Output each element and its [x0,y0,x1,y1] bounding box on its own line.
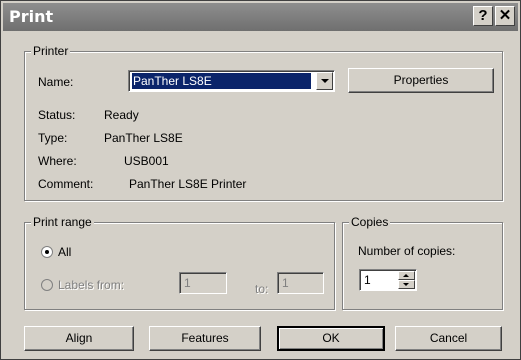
printer-name-label: Name: [38,75,74,89]
copies-legend: Copies [349,215,391,229]
copies-spinner[interactable] [398,271,415,289]
printer-name-combobox[interactable]: PanTher LS8E [128,70,335,92]
copies-group: Copies [342,215,503,310]
spin-down-icon[interactable] [398,280,415,289]
status-label: Status: [38,108,76,122]
type-label: Type: [38,131,68,145]
where-label: Where: [38,154,77,168]
print-range-legend: Print range [31,215,94,229]
comment-value: PanTher LS8E Printer [129,177,247,191]
labels-to-input[interactable]: 1 [277,272,324,294]
number-of-copies-label: Number of copies: [358,244,456,258]
all-radio[interactable] [41,246,53,258]
labels-from-input[interactable]: 1 [179,272,227,294]
ok-button[interactable]: OK [277,326,385,351]
to-label: to: [255,282,269,296]
cancel-button[interactable]: Cancel [395,326,502,351]
status-value: Ready [104,108,139,122]
chevron-down-icon[interactable] [316,72,333,90]
copies-input[interactable]: 1 [359,269,417,291]
labels-from-radio[interactable] [41,279,53,291]
title-bar[interactable]: Print ? ✕ [3,3,518,31]
copies-value: 1 [364,273,371,287]
print-range-group: Print range [24,215,335,310]
help-button[interactable]: ? [473,6,493,26]
where-value: USB001 [124,154,169,168]
dialog-title: Print [9,7,54,26]
comment-label: Comment: [38,177,94,191]
align-button[interactable]: Align [24,326,134,351]
type-value: PanTher LS8E [104,131,183,145]
print-dialog: Print ? ✕ Printer Name: PanTher LS8E Pro… [0,0,521,360]
labels-from-label[interactable]: Labels from: [58,278,124,292]
all-label[interactable]: All [58,245,71,259]
spin-up-icon[interactable] [398,271,415,280]
printer-group-legend: Printer [31,44,71,58]
features-button[interactable]: Features [149,326,261,351]
close-button[interactable]: ✕ [495,6,515,26]
properties-button[interactable]: Properties [348,68,494,93]
printer-name-value: PanTher LS8E [132,73,311,89]
